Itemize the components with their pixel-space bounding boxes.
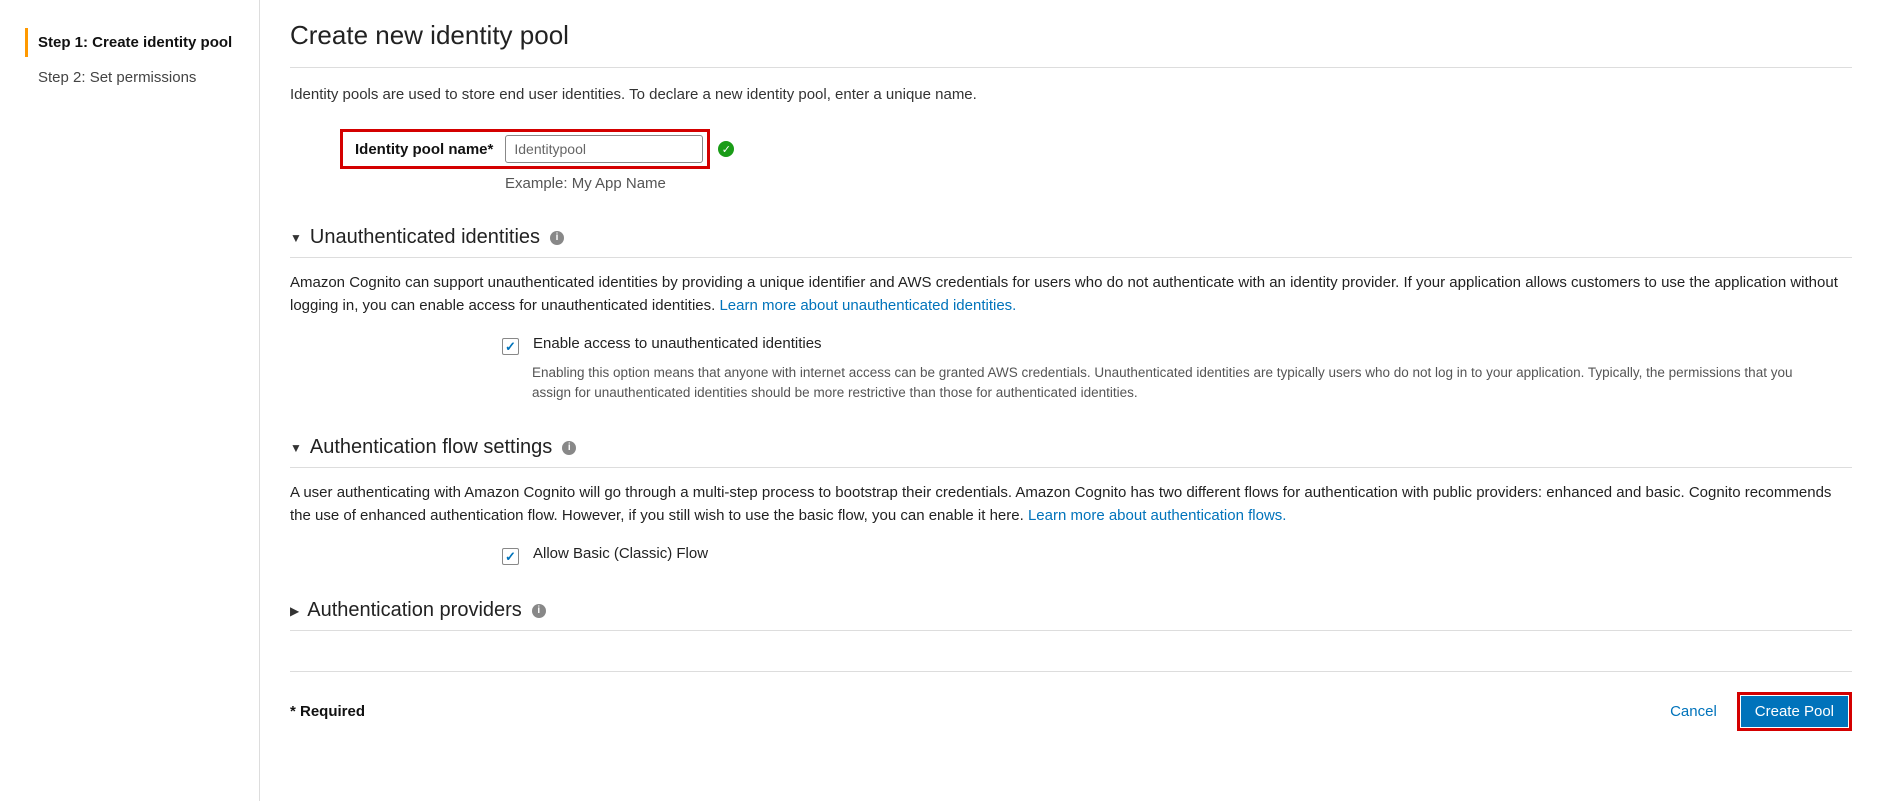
- section-unauth-title: Unauthenticated identities: [310, 226, 540, 249]
- page-title: Create new identity pool: [290, 20, 1852, 51]
- footer-actions: Cancel Create Pool: [1664, 692, 1852, 731]
- divider: [290, 257, 1852, 258]
- required-note: * Required: [290, 703, 365, 720]
- section-unauth-text: Amazon Cognito can support unauthenticat…: [290, 274, 1838, 314]
- highlight-box: Create Pool: [1737, 692, 1852, 731]
- main-content: Create new identity pool Identity pools …: [260, 0, 1882, 801]
- divider: [290, 67, 1852, 68]
- divider: [290, 630, 1852, 631]
- caret-down-icon: ▼: [290, 231, 302, 245]
- validation-ok-icon: ✓: [718, 141, 734, 157]
- info-icon[interactable]: i: [532, 604, 546, 618]
- info-icon[interactable]: i: [562, 441, 576, 455]
- section-providers-title: Authentication providers: [307, 599, 522, 622]
- section-unauth-body: Amazon Cognito can support unauthenticat…: [290, 272, 1852, 317]
- allow-basic-flow-label: Allow Basic (Classic) Flow: [533, 545, 708, 562]
- enable-unauth-label: Enable access to unauthenticated identit…: [533, 335, 822, 352]
- divider: [290, 671, 1852, 672]
- section-flow-title: Authentication flow settings: [310, 436, 552, 459]
- identity-pool-name-input[interactable]: [505, 135, 703, 163]
- wizard-steps-sidebar: Step 1: Create identity pool Step 2: Set…: [0, 0, 260, 801]
- section-flow-header[interactable]: ▼ Authentication flow settings i: [290, 436, 1852, 459]
- identity-pool-name-example: Example: My App Name: [505, 175, 1852, 192]
- step-2[interactable]: Step 2: Set permissions: [25, 63, 259, 92]
- step-1[interactable]: Step 1: Create identity pool: [25, 28, 259, 57]
- caret-down-icon: ▼: [290, 441, 302, 455]
- info-icon[interactable]: i: [550, 231, 564, 245]
- identity-pool-name-row: Identity pool name* ✓: [340, 129, 1852, 169]
- unauth-learn-more-link[interactable]: Learn more about unauthenticated identit…: [719, 297, 1016, 314]
- enable-unauth-checkbox[interactable]: [502, 338, 519, 355]
- footer: * Required Cancel Create Pool: [290, 692, 1852, 731]
- section-flow-body: A user authenticating with Amazon Cognit…: [290, 482, 1852, 527]
- section-unauth-header[interactable]: ▼ Unauthenticated identities i: [290, 226, 1852, 249]
- allow-basic-flow-checkbox[interactable]: [502, 548, 519, 565]
- identity-pool-name-label: Identity pool name*: [343, 132, 505, 166]
- intro-text: Identity pools are used to store end use…: [290, 86, 1852, 103]
- unauth-checkbox-row: Enable access to unauthenticated identit…: [502, 335, 1852, 355]
- caret-right-icon: ▶: [290, 604, 299, 618]
- cancel-button[interactable]: Cancel: [1664, 702, 1723, 721]
- basic-flow-checkbox-row: Allow Basic (Classic) Flow: [502, 545, 1852, 565]
- flow-learn-more-link[interactable]: Learn more about authentication flows.: [1028, 507, 1287, 524]
- create-pool-button[interactable]: Create Pool: [1741, 696, 1848, 727]
- divider: [290, 467, 1852, 468]
- section-providers-header[interactable]: ▶ Authentication providers i: [290, 599, 1852, 622]
- enable-unauth-description: Enabling this option means that anyone w…: [532, 363, 1812, 402]
- highlight-box: Identity pool name*: [340, 129, 710, 169]
